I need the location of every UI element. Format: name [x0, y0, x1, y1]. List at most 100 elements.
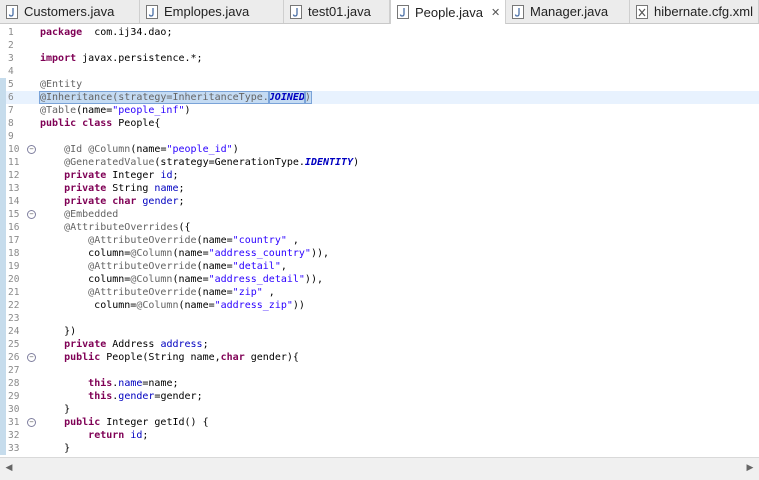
code-line[interactable]: 20 column=@Column(name="address_detail")… — [0, 273, 759, 286]
tab-manager-java[interactable]: Manager.java — [506, 0, 630, 23]
code-token: =name; — [142, 378, 179, 389]
line-number: 6 — [8, 92, 14, 103]
code-line[interactable]: 24 }) — [0, 325, 759, 338]
code-token: @Column — [130, 274, 173, 285]
code-token: } — [40, 443, 71, 454]
code-line[interactable]: 1 package com.ij34.dao; — [0, 26, 759, 39]
code-token: gender){ — [244, 352, 299, 363]
code-token: (strategy=GenerationType. — [154, 157, 305, 168]
code-line[interactable]: 12 private Integer id; — [0, 169, 759, 182]
code-line[interactable]: 13 private String name; — [0, 182, 759, 195]
code-line[interactable]: 17 @AttributeOverride(name="country" , — [0, 234, 759, 247]
java-file-icon — [397, 5, 409, 19]
code-line[interactable]: 16 @AttributeOverrides({ — [0, 221, 759, 234]
code-line[interactable]: 32 return id; — [0, 429, 759, 442]
code-token: name — [118, 378, 143, 389]
fold-toggle-icon[interactable]: − — [27, 353, 36, 362]
line-number: 23 — [8, 313, 20, 324]
code-token: ({ — [178, 222, 191, 233]
code-line[interactable]: 2 — [0, 39, 759, 52]
code-line[interactable]: 11 @GeneratedValue(strategy=GenerationTy… — [0, 156, 759, 169]
code-line[interactable]: 25 private Address address; — [0, 338, 759, 351]
code-line[interactable]: 6 @Inheritance(strategy=InheritanceType.J… — [0, 91, 759, 104]
line-number: 17 — [8, 235, 20, 246]
fold-toggle-icon[interactable]: − — [27, 418, 36, 427]
code-line[interactable]: 7 @Table(name="people_inf") — [0, 104, 759, 117]
code-line[interactable]: 4 — [0, 65, 759, 78]
code-token: @Entity — [40, 79, 83, 90]
tab-people-java[interactable]: People.java ✕ — [390, 0, 506, 24]
change-marker — [0, 338, 6, 351]
code-token: (name= — [196, 235, 233, 246]
tab-hibernate-cfg-xml[interactable]: hibernate.cfg.xml — [630, 0, 759, 23]
code-line[interactable]: 15− @Embedded — [0, 208, 759, 221]
code-token: "address_country" — [208, 248, 311, 259]
code-line[interactable]: 30 } — [0, 403, 759, 416]
code-line[interactable]: 27 — [0, 364, 759, 377]
code-text: package com.ij34.dao; — [40, 26, 172, 39]
change-marker — [0, 325, 6, 338]
code-token: javax.persistence.*; — [76, 53, 203, 64]
code-token: @Embedded — [64, 209, 119, 220]
code-line[interactable]: 5 @Entity — [0, 78, 759, 91]
code-line[interactable]: 23 — [0, 312, 759, 325]
code-token: ) — [232, 144, 239, 155]
code-line[interactable]: 29 this.gender=gender; — [0, 390, 759, 403]
code-token: name — [154, 183, 179, 194]
code-line[interactable]: 9 — [0, 130, 759, 143]
code-line[interactable]: 22 column=@Column(name="address_zip")) — [0, 299, 759, 312]
change-marker — [0, 234, 6, 247]
code-token: @Column — [130, 248, 173, 259]
change-marker — [0, 416, 6, 429]
line-number: 20 — [8, 274, 20, 285]
tab-emplopes-java[interactable]: Emplopes.java — [140, 0, 284, 23]
code-token: public — [40, 118, 77, 129]
tab-test01-java[interactable]: test01.java — [284, 0, 390, 23]
code-token: Address — [106, 339, 161, 350]
code-line[interactable]: 18 column=@Column(name="address_country"… — [0, 247, 759, 260]
code-line[interactable]: 14 private char gender; — [0, 195, 759, 208]
code-line[interactable]: 8 public class People{ — [0, 117, 759, 130]
line-number: 13 — [8, 183, 20, 194]
code-line[interactable]: 31− public Integer getId() { — [0, 416, 759, 429]
code-text: column=@Column(name="address_zip")) — [40, 299, 305, 312]
line-number: 16 — [8, 222, 20, 233]
code-token: People{ — [112, 118, 161, 129]
code-line[interactable]: 19 @AttributeOverride(name="detail", — [0, 260, 759, 273]
change-marker — [0, 403, 6, 416]
code-line[interactable]: 28 this.name=name; — [0, 377, 759, 390]
line-number: 1 — [8, 27, 14, 38]
code-line[interactable]: 26− public People(String name,char gende… — [0, 351, 759, 364]
line-number: 5 — [8, 79, 14, 90]
horizontal-scrollbar[interactable]: ◀ ▶ — [0, 457, 759, 480]
scroll-right-icon[interactable]: ▶ — [743, 461, 757, 475]
line-number: 12 — [8, 170, 20, 181]
scroll-left-icon[interactable]: ◀ — [2, 461, 16, 475]
code-line[interactable]: 3 import javax.persistence.*; — [0, 52, 759, 65]
code-line[interactable]: 10− @Id @Column(name="people_id") — [0, 143, 759, 156]
code-line[interactable]: 33 } — [0, 442, 759, 455]
code-token: private — [64, 196, 107, 207]
fold-toggle-icon[interactable]: − — [27, 210, 36, 219]
code-token: @Column — [88, 144, 131, 155]
code-text: public People(String name,char gender){ — [40, 351, 299, 364]
code-text: @GeneratedValue(strategy=GenerationType.… — [40, 156, 359, 169]
code-editor[interactable]: 1 package com.ij34.dao; 2 3 import javax.per… — [0, 25, 759, 457]
code-token: ; — [172, 170, 179, 181]
tab-customers-java[interactable]: Customers.java — [0, 0, 140, 23]
close-tab-icon[interactable]: ✕ — [491, 6, 500, 19]
code-line[interactable]: 21 @AttributeOverride(name="zip" , — [0, 286, 759, 299]
code-text: @Id @Column(name="people_id") — [40, 143, 239, 156]
code-token: (name= — [172, 274, 209, 285]
line-number: 4 — [8, 66, 14, 77]
editor-tab-bar: Customers.java Emplopes.java test01.java Pe… — [0, 0, 759, 24]
line-number: 2 — [8, 40, 14, 51]
fold-toggle-icon[interactable]: − — [27, 145, 36, 154]
line-number: 24 — [8, 326, 20, 337]
line-number: 19 — [8, 261, 20, 272]
